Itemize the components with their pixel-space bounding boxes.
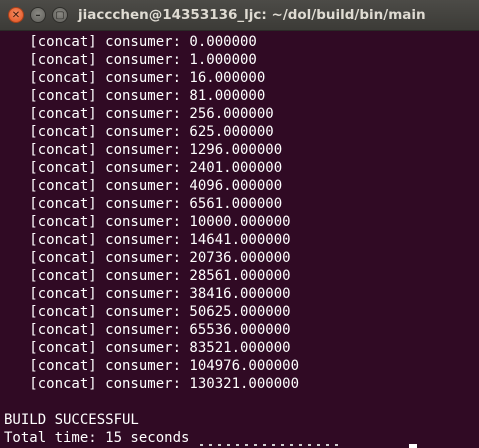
title-bar[interactable]: ✕ – ▢ jiaccchen@14353136_ljc: ~/dol/buil… bbox=[0, 0, 479, 31]
window-title: jiaccchen@14353136_ljc: ~/dol/build/bin/… bbox=[78, 7, 426, 23]
terminal-line: Total time: 15 seconds bbox=[4, 430, 190, 446]
terminal-line: [concat] consumer: 0.000000 bbox=[4, 34, 257, 50]
terminal-line: [concat] consumer: 1.000000 bbox=[4, 52, 257, 68]
terminal-line: [concat] consumer: 28561.000000 bbox=[4, 268, 291, 284]
terminal-line: [concat] consumer: 4096.000000 bbox=[4, 178, 283, 194]
terminal-line: [concat] consumer: 83521.000000 bbox=[4, 340, 291, 356]
terminal-line: [concat] consumer: 50625.000000 bbox=[4, 304, 291, 320]
text-cursor bbox=[409, 444, 417, 448]
terminal-line: [concat] consumer: 256.000000 bbox=[4, 106, 274, 122]
terminal-line: [concat] consumer: 6561.000000 bbox=[4, 196, 283, 212]
terminal-line: [concat] consumer: 38416.000000 bbox=[4, 286, 291, 302]
terminal-line: [concat] consumer: 81.000000 bbox=[4, 88, 266, 104]
maximize-button[interactable]: ▢ bbox=[52, 7, 68, 23]
terminal-line: [concat] consumer: 20736.000000 bbox=[4, 250, 291, 266]
terminal-line: [concat] consumer: 10000.000000 bbox=[4, 214, 291, 230]
minimize-icon: – bbox=[35, 10, 41, 21]
terminal-line: [concat] consumer: 14641.000000 bbox=[4, 232, 291, 248]
terminal-line: BUILD SUCCESSFUL bbox=[4, 412, 139, 428]
terminal-line: [concat] consumer: 2401.000000 bbox=[4, 160, 283, 176]
terminal-line: [concat] consumer: 65536.000000 bbox=[4, 322, 291, 338]
terminal-window: ✕ – ▢ jiaccchen@14353136_ljc: ~/dol/buil… bbox=[0, 0, 479, 448]
terminal-line: [concat] consumer: 130321.000000 bbox=[4, 376, 300, 392]
terminal-line: [concat] consumer: 104976.000000 bbox=[4, 358, 300, 374]
terminal-line: [concat] consumer: 625.000000 bbox=[4, 124, 274, 140]
maximize-icon: ▢ bbox=[55, 10, 65, 21]
terminal-output[interactable]: [concat] consumer: 0.000000 [concat] con… bbox=[0, 31, 479, 448]
partial-output-line bbox=[200, 444, 380, 448]
close-icon: ✕ bbox=[11, 10, 21, 21]
terminal-line: [concat] consumer: 1296.000000 bbox=[4, 142, 283, 158]
close-button[interactable]: ✕ bbox=[8, 7, 24, 23]
minimize-button[interactable]: – bbox=[30, 7, 46, 23]
terminal-line: [concat] consumer: 16.000000 bbox=[4, 70, 266, 86]
